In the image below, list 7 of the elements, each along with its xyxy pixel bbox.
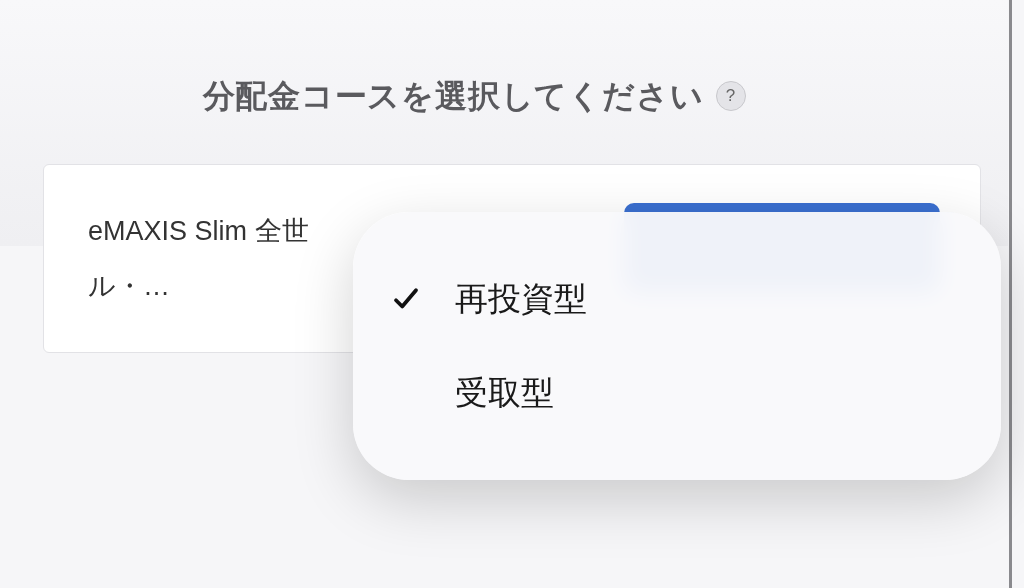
- option-label: 受取型: [455, 373, 554, 414]
- option-label: 再投資型: [455, 279, 587, 320]
- menu-option[interactable]: 再投資型: [387, 277, 1001, 321]
- menu-option[interactable]: 受取型: [387, 371, 1001, 415]
- page-title: 分配金コースを選択してください: [202, 77, 704, 116]
- fund-name: ル・…: [88, 269, 171, 303]
- fund-name: eMAXIS Slim 全世: [88, 215, 309, 248]
